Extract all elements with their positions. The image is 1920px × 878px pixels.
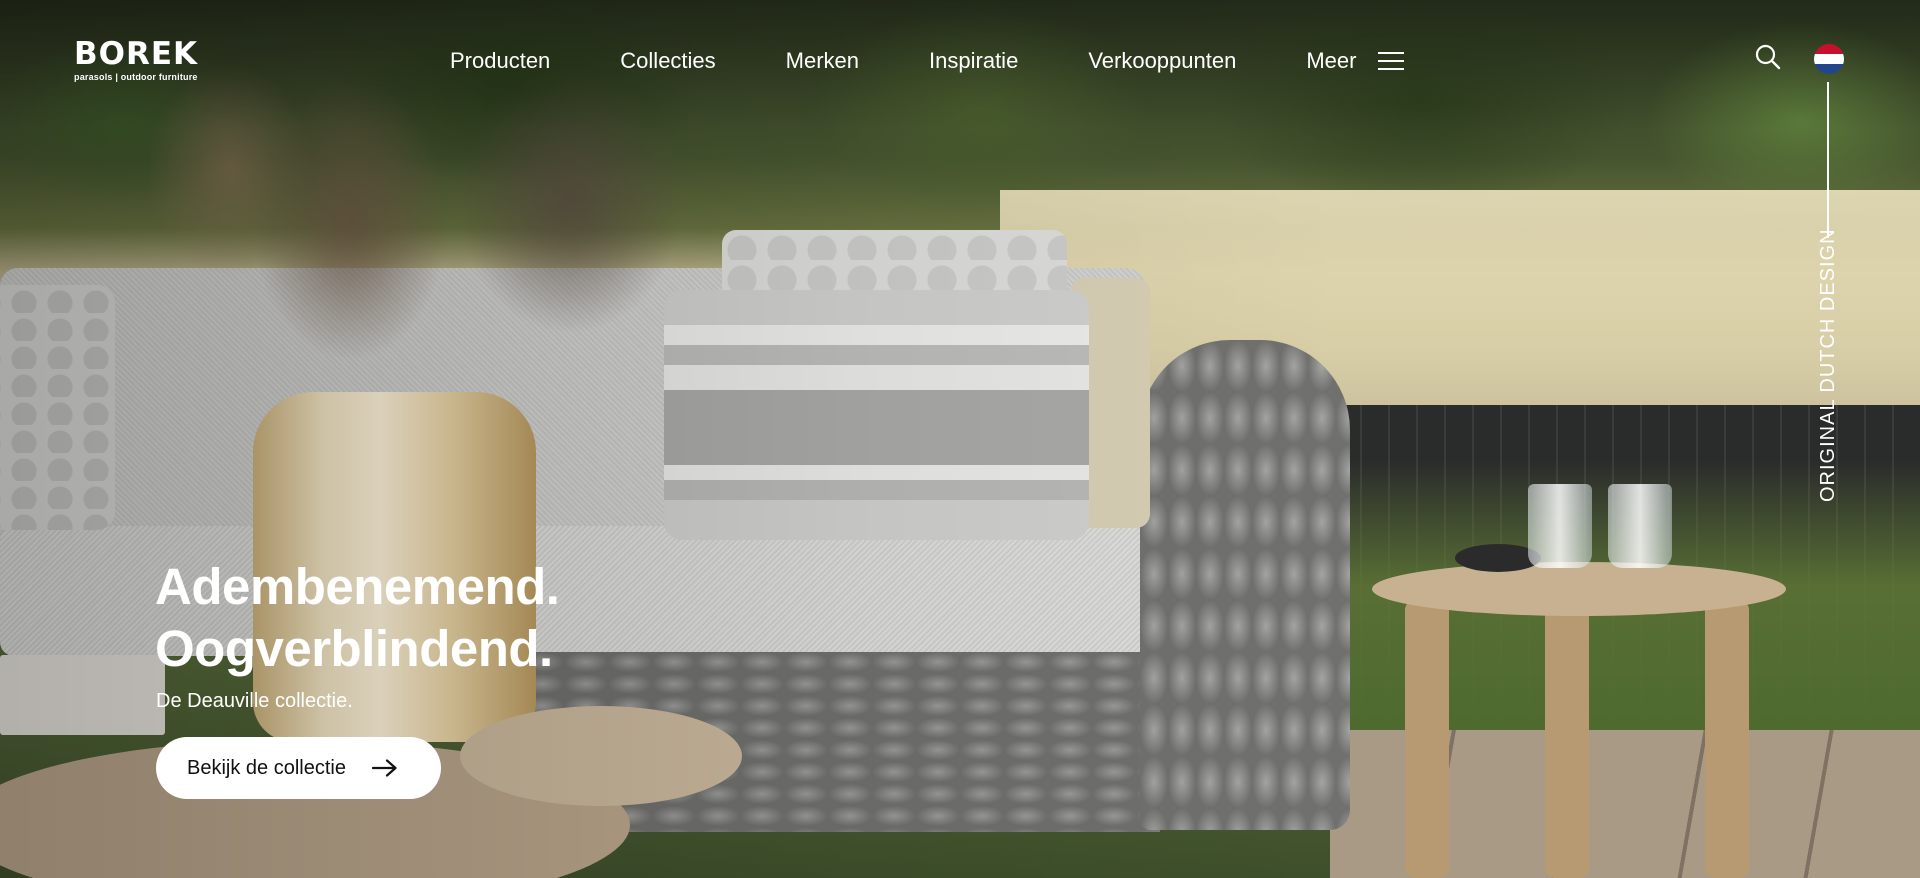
brand-logo[interactable]: BOREK parasols | outdoor furniture: [74, 38, 198, 82]
vertical-tagline: ORIGINAL DUTCH DESIGN: [1817, 228, 1839, 502]
dutch-flag-icon[interactable]: [1814, 44, 1844, 74]
side-table-leg: [1405, 600, 1449, 878]
brand-tagline: parasols | outdoor furniture: [74, 72, 198, 82]
hero-headline-line1: Adembenemend.: [155, 558, 560, 615]
nav-item-producten[interactable]: Producten: [450, 46, 550, 76]
search-icon[interactable]: [1754, 43, 1782, 71]
quilted-pillow-left: [0, 285, 115, 530]
nav-more-button[interactable]: Meer: [1306, 48, 1405, 74]
main-navigation: Producten Collecties Merken Inspiratie V…: [450, 46, 1405, 76]
nav-more-label: Meer: [1306, 48, 1357, 73]
nav-item-inspiratie[interactable]: Inspiratie: [929, 46, 1018, 76]
side-table-top: [1372, 562, 1786, 616]
arrow-right-icon: [371, 759, 397, 777]
hero-headline-line2: Oogverblindend.: [155, 620, 553, 677]
hero-headline: Adembenemend. Oogverblindend.: [155, 556, 560, 680]
vertical-divider: [1827, 82, 1829, 238]
view-collection-label: Bekijk de collectie: [187, 756, 346, 779]
brand-name: BOREK: [74, 36, 199, 72]
nav-item-verkooppunten[interactable]: Verkooppunten: [1088, 46, 1236, 76]
dried-pampas-grass: [150, 20, 750, 400]
side-table-leg: [1545, 600, 1589, 878]
nav-item-merken[interactable]: Merken: [786, 46, 859, 76]
coffee-table-small: [460, 706, 742, 806]
sofa-woven-armrest: [1140, 340, 1350, 830]
hamburger-menu-icon: [1378, 51, 1405, 71]
hero-subline: De Deauville collectie.: [156, 690, 353, 712]
nav-item-collecties[interactable]: Collecties: [620, 46, 715, 76]
drinking-glass: [1608, 484, 1672, 568]
book: [0, 655, 165, 735]
view-collection-button[interactable]: Bekijk de collectie: [156, 737, 441, 799]
drinking-glass: [1528, 484, 1592, 568]
side-table-leg: [1705, 600, 1749, 878]
